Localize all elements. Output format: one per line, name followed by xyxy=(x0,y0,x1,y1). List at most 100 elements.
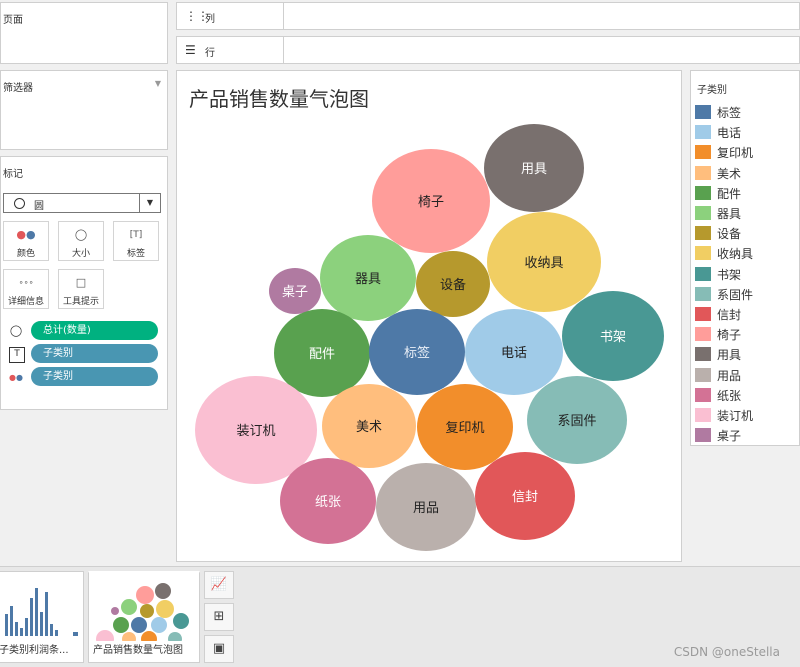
sheet-thumbnail-profit-bar[interactable]: 子类别利润条... xyxy=(0,571,84,663)
columns-shelf[interactable]: ⋮⋮ 列 xyxy=(176,2,800,30)
bubble-label: 器具 xyxy=(355,272,381,287)
size-button[interactable]: ◯ 大小 xyxy=(58,221,104,261)
bubble-label: 书架 xyxy=(600,330,626,345)
sheet-caption: 产品销售数量气泡图 xyxy=(93,645,183,656)
size-icon: ◯ xyxy=(9,324,23,337)
legend-item[interactable]: 用具 xyxy=(695,345,799,365)
legend-item[interactable]: 桌子 xyxy=(695,426,799,446)
legend-label: 纸张 xyxy=(717,388,742,403)
legend-item[interactable]: 收纳具 xyxy=(695,244,799,264)
mark-type-label: 圆 xyxy=(34,201,44,212)
legend-label: 用具 xyxy=(717,348,742,363)
label-button[interactable]: [T] 标签 xyxy=(113,221,159,261)
legend-label: 复印机 xyxy=(717,146,754,161)
new-dashboard-button[interactable]: ⊞ xyxy=(204,603,234,631)
legend-label: 桌子 xyxy=(717,429,742,444)
bubble-label: 椅子 xyxy=(418,195,444,210)
color-dots-icon: ●● xyxy=(16,228,36,241)
legend-item[interactable]: 系固件 xyxy=(695,285,799,305)
bubble-label: 美术 xyxy=(356,420,382,435)
marks-title: 标记 xyxy=(3,169,23,180)
legend-swatch xyxy=(695,246,711,261)
bubble-label: 装订机 xyxy=(236,424,275,439)
size-pill[interactable]: 总计(数量) xyxy=(31,321,158,340)
legend-item[interactable]: 复印机 xyxy=(695,143,799,163)
legend-item[interactable]: 美术 xyxy=(695,164,799,184)
color-pill[interactable]: 子类别 xyxy=(31,367,158,386)
legend-swatch xyxy=(695,307,711,321)
watermark: CSDN @oneStella xyxy=(673,645,780,659)
legend-swatch xyxy=(695,185,711,200)
legend-item[interactable]: 电话 xyxy=(695,123,799,143)
legend-item[interactable]: 设备 xyxy=(695,224,799,244)
bubble-label: 桌子 xyxy=(282,285,308,300)
mark-type-dropdown[interactable]: 圆 ▼ xyxy=(3,193,161,213)
chevron-down-icon[interactable]: ▼ xyxy=(139,194,160,212)
legend-swatch xyxy=(695,226,711,241)
legend-label: 用品 xyxy=(717,368,742,383)
bubble-label: 收纳具 xyxy=(524,256,563,271)
viz-canvas: 产品销售数量气泡图 用具 椅子 收纳具 器具 设备 桌子 书架 配件 标签 电话 装订机 美术 复印机系… xyxy=(176,70,682,562)
size-icon: ◯ xyxy=(74,228,88,241)
legend-label: 信封 xyxy=(717,308,742,322)
legend-item[interactable]: 纸张 xyxy=(695,386,799,406)
bubble-label: 复印机 xyxy=(445,421,484,436)
legend-swatch xyxy=(695,206,711,220)
rows-icon: ☰ xyxy=(185,43,196,57)
legend-label: 椅子 xyxy=(717,328,742,343)
sheet-caption: 子类别利润条... xyxy=(0,645,69,656)
tooltip-button[interactable]: □ 工具提示 xyxy=(58,269,104,309)
sheet-thumbnail-bubble[interactable]: 产品销售数量气泡图 xyxy=(88,571,200,663)
legend-label: 系固件 xyxy=(717,287,754,302)
legend-swatch xyxy=(695,125,711,140)
legend-item[interactable]: 信封 xyxy=(695,305,799,325)
color-pill-row[interactable]: ●● 子类别 xyxy=(3,367,163,387)
bubble-label: 电话 xyxy=(501,346,527,361)
legend-swatch xyxy=(695,145,711,160)
pages-title: 页面 xyxy=(3,15,23,26)
new-worksheet-button[interactable]: 📈 xyxy=(204,571,234,599)
legend-item[interactable]: 器具 xyxy=(695,204,799,224)
legend-swatch xyxy=(695,387,711,402)
legend-label: 装订机 xyxy=(717,409,754,423)
filters-panel[interactable]: 筛选器 ▼ xyxy=(0,70,168,150)
legend-item[interactable]: 书架 xyxy=(695,265,799,285)
color-legend: 子类别 标签 电话 复印机 美术 配件 器具 设备 收纳具 书架 系固件 信封 椅子 用具 用品 纸张 装订机… xyxy=(690,70,800,446)
bar-chart-thumbnail-icon xyxy=(5,588,78,636)
detail-button[interactable]: ∘∘∘ 详细信息 xyxy=(3,269,49,309)
color-icon: ●● xyxy=(9,373,23,382)
label-icon: T xyxy=(9,347,25,363)
columns-label: 列 xyxy=(205,14,215,25)
detail-button-label: 详细信息 xyxy=(7,297,44,307)
color-button[interactable]: ●● 颜色 xyxy=(3,221,49,261)
bubble-label: 用具 xyxy=(521,162,547,177)
rows-label: 行 xyxy=(205,48,215,59)
rows-drop-area[interactable] xyxy=(283,37,799,63)
new-story-button[interactable]: ▣ xyxy=(204,635,234,663)
legend-label: 电话 xyxy=(717,126,742,141)
label-pill[interactable]: 子类别 xyxy=(31,344,158,363)
label-pill-row[interactable]: T 子类别 xyxy=(3,344,163,364)
legend-swatch xyxy=(695,266,711,281)
sheet-filmstrip: 子类别利润条... 产品销售数量气泡图 📈 ⊞ ▣ CSDN @oneStell… xyxy=(0,566,800,667)
legend-label: 器具 xyxy=(717,207,742,221)
rows-shelf[interactable]: ☰ 行 xyxy=(176,36,800,64)
bubble-label: 配件 xyxy=(309,347,335,362)
legend-item[interactable]: 椅子 xyxy=(695,325,799,345)
legend-label: 书架 xyxy=(717,267,742,282)
legend-label: 配件 xyxy=(717,186,742,201)
legend-label: 设备 xyxy=(717,227,742,242)
columns-drop-area[interactable] xyxy=(283,3,799,29)
legend-swatch xyxy=(695,327,711,342)
legend-item[interactable]: 配件 xyxy=(695,184,799,204)
size-pill-row[interactable]: ◯ 总计(数量) xyxy=(3,321,163,341)
legend-item[interactable]: 装订机 xyxy=(695,406,799,426)
pages-panel: 页面 xyxy=(0,2,168,64)
legend-swatch xyxy=(695,367,711,382)
legend-label: 标签 xyxy=(717,106,742,120)
legend-item[interactable]: 用品 xyxy=(695,366,799,386)
legend-swatch xyxy=(695,347,711,362)
legend-item[interactable]: 标签 xyxy=(695,103,799,123)
legend-swatch xyxy=(695,286,711,301)
filters-menu-icon[interactable]: ▼ xyxy=(155,79,161,88)
